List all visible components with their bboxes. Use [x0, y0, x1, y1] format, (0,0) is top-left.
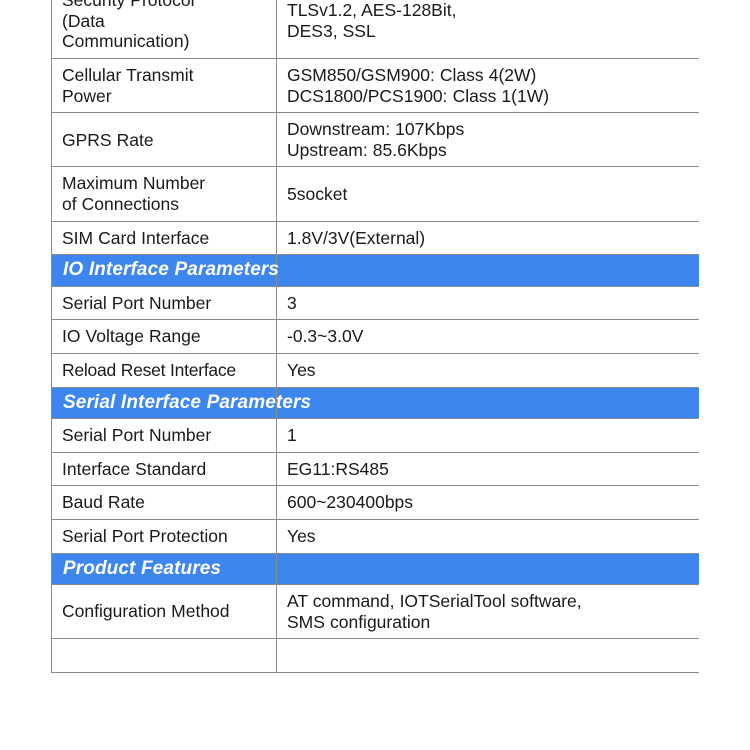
- spec-label: Reload Reset Interface: [51, 353, 277, 388]
- cell-line: 1: [287, 425, 297, 446]
- cell-line: Yes: [287, 360, 316, 381]
- table-row: Maximum Number of Connections 5socket: [51, 166, 699, 222]
- cell-line: Reload Reset Interface: [62, 360, 236, 381]
- spec-label: Security Protocol (Data Communication): [51, 0, 277, 59]
- cell-line: DES3, SSL: [287, 20, 376, 41]
- cell-line: Security Protocol: [62, 0, 195, 10]
- table-row: Security Protocol (Data Communication) TLSv…: [51, 0, 699, 59]
- cell-line: 600~230400bps: [287, 492, 414, 513]
- cell-line: Cellular Transmit: [62, 64, 194, 85]
- cell-line: [287, 558, 699, 580]
- table-row: Reload Reset Interface Yes: [51, 353, 699, 388]
- table-row-partial: [51, 638, 699, 674]
- specification-table: Security Protocol (Data Communication) TLSv…: [51, 0, 699, 674]
- section-header-label: Serial Interface Parameters: [51, 386, 312, 420]
- table-row: Cellular Transmit Power GSM850/GSM900: Cla…: [51, 57, 699, 114]
- section-header-row: Serial Interface Parameters: [51, 386, 699, 420]
- spec-value: EG11:RS485: [276, 451, 699, 487]
- spec-value: GSM850/GSM900: Class 4(2W) DCS1800/PCS190…: [276, 57, 699, 114]
- cell-line: SIM Card Interface: [62, 227, 210, 248]
- cell-line: 3: [287, 292, 297, 313]
- cell-line: Serial Interface Parameters: [63, 391, 312, 413]
- spec-label: SIM Card Interface: [51, 220, 277, 256]
- cell-line: Serial Port Number: [62, 425, 212, 446]
- cell-line: Baud Rate: [62, 492, 145, 513]
- section-header-row: Product Features: [51, 552, 699, 586]
- cell-line: GPRS Rate: [62, 129, 154, 150]
- cell-line: 1.8V/3V(External): [287, 227, 426, 248]
- cell-line: [287, 392, 699, 414]
- cell-line: 5socket: [287, 183, 348, 204]
- spec-value: 1: [276, 418, 699, 453]
- table-row: Configuration Method AT command, IOTSeria…: [51, 584, 699, 640]
- cell-line: AT command, IOTSerialTool software,: [287, 591, 582, 612]
- spec-value: 3: [276, 285, 699, 321]
- spec-value: Yes: [276, 519, 699, 554]
- cell-line: IO Interface Parameters: [63, 259, 280, 281]
- cell-line: Power: [62, 85, 112, 106]
- cell-line: GSM850/GSM900: Class 4(2W): [287, 64, 537, 85]
- section-header-filler: [276, 386, 699, 420]
- spec-label: Maximum Number of Connections: [51, 166, 277, 222]
- spec-label: [51, 638, 277, 674]
- table-row: Serial Port Number 1: [51, 418, 699, 453]
- section-header-label: Product Features: [51, 552, 277, 586]
- specification-sheet: Security Protocol (Data Communication) TLSv…: [0, 0, 750, 750]
- table-row: Serial Port Protection Yes: [51, 519, 699, 554]
- cell-line: (Data: [62, 10, 105, 31]
- cell-line: [287, 645, 699, 666]
- cell-line: Downstream: 107Kbps: [287, 119, 465, 140]
- cell-line: -0.3~3.0V: [287, 326, 364, 347]
- cell-line: [62, 645, 276, 666]
- section-header-row: IO Interface Parameters: [51, 254, 699, 287]
- spec-value: 600~230400bps: [276, 485, 699, 521]
- table-body: Security Protocol (Data Communication) TLSv…: [51, 0, 699, 674]
- spec-value: Downstream: 107Kbps Upstream: 85.6Kbps: [276, 112, 699, 168]
- spec-value: -0.3~3.0V: [276, 319, 699, 355]
- table-row: Interface Standard EG11:RS485: [51, 451, 699, 487]
- spec-value: 1.8V/3V(External): [276, 220, 699, 256]
- spec-label: Serial Port Protection: [51, 519, 277, 554]
- table-row: Baud Rate 600~230400bps: [51, 485, 699, 521]
- spec-label: Cellular Transmit Power: [51, 57, 277, 114]
- spec-value: TLSv1.2, AES-128Bit, DES3, SSL: [276, 0, 699, 59]
- table-viewport: Security Protocol (Data Communication) TLSv…: [51, 0, 699, 750]
- cell-line: Serial Port Number: [62, 292, 212, 313]
- section-header-label: IO Interface Parameters: [51, 254, 280, 287]
- spec-label: Interface Standard: [51, 451, 277, 487]
- cell-line: Communication): [62, 31, 190, 52]
- cell-line: DCS1800/PCS1900: Class 1(1W): [287, 85, 550, 106]
- cell-line: of Connections: [62, 194, 179, 215]
- cell-line: Yes: [287, 526, 316, 547]
- cell-line: Product Features: [63, 557, 222, 579]
- spec-label: Baud Rate: [51, 485, 277, 521]
- cell-line: Upstream: 85.6Kbps: [287, 139, 447, 160]
- spec-label: GPRS Rate: [51, 112, 277, 168]
- spec-label: Serial Port Number: [51, 418, 277, 453]
- spec-label: Configuration Method: [51, 584, 277, 640]
- spec-label: Serial Port Number: [51, 285, 277, 321]
- table-row: SIM Card Interface 1.8V/3V(External): [51, 220, 699, 256]
- cell-line: Maximum Number: [62, 173, 206, 194]
- table-row: Serial Port Number 3: [51, 285, 699, 321]
- cell-line: Serial Port Protection: [62, 526, 228, 547]
- cell-line: EG11:RS485: [287, 458, 389, 479]
- cell-line: SMS configuration: [287, 611, 431, 632]
- cell-line: IO Voltage Range: [62, 326, 201, 347]
- section-header-filler: [276, 254, 699, 287]
- spec-value: 5socket: [276, 166, 699, 222]
- cell-line: Configuration Method: [62, 601, 230, 622]
- cell-line: Interface Standard: [62, 458, 207, 479]
- section-header-filler: [276, 552, 699, 586]
- table-row: GPRS Rate Downstream: 107Kbps Upstream: 85…: [51, 112, 699, 168]
- cell-line: TLSv1.2, AES-128Bit,: [287, 0, 457, 21]
- spec-value: Yes: [276, 353, 699, 388]
- spec-label: IO Voltage Range: [51, 319, 277, 355]
- table-row: IO Voltage Range -0.3~3.0V: [51, 319, 699, 355]
- cell-line: [287, 259, 699, 281]
- spec-value: [276, 638, 699, 674]
- spec-value: AT command, IOTSerialTool software, SMS c…: [276, 584, 699, 640]
